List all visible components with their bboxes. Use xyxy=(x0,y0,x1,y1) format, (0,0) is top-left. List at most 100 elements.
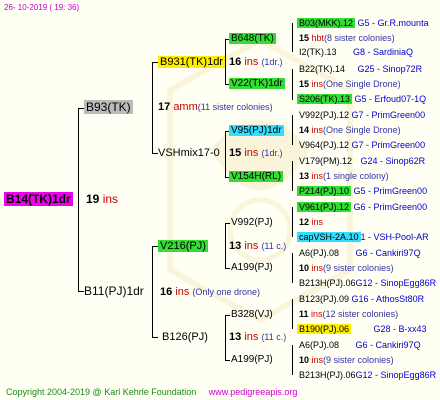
gen4-row: B123(PJ).09 G16 - AthosSt80R xyxy=(299,292,424,306)
gen4-row: 15 hbt(8 sister colonies) xyxy=(299,31,395,45)
connector-line xyxy=(225,131,226,178)
connector-line xyxy=(225,39,226,85)
gen4-row: B22(TK).14 G25 - Sinop72R xyxy=(299,62,422,76)
pedigree-page: { "header": { "date": "26- 10-2019 ( 19:… xyxy=(0,0,440,400)
site-link[interactable]: www.pedigreeapis.org xyxy=(209,387,298,397)
gen3-name: V95(PJ)1dr xyxy=(229,125,284,136)
gen4-name: V179(PM).12 xyxy=(299,156,353,166)
gen4-row: A6(PJ).08 G6 - Cankiri97Q xyxy=(299,338,421,352)
note: (One Single Drone) xyxy=(323,79,401,89)
gen2-node: B931(TK)1dr xyxy=(158,55,225,69)
ins-label: ins xyxy=(311,217,324,227)
ins-label: ins xyxy=(244,331,259,343)
gen2-name: V216(PJ) xyxy=(158,240,208,252)
ins-label: ins xyxy=(311,171,324,181)
gen4-row: 15 ins(One Single Drone) xyxy=(299,77,401,91)
gen1-node-b93: B93(TK) xyxy=(84,100,133,114)
gen4-inbreeding: 13 xyxy=(299,171,310,181)
gen4-info: G5 - Erfoud07-1Q xyxy=(354,94,427,104)
gen1-name: B11(PJ)1dr xyxy=(84,284,144,298)
gen2-inbreeding: 15 ins (1dr.) xyxy=(229,146,282,160)
gen4-row: B190(PJ).06 G28 - B-xx43 xyxy=(297,322,427,336)
inbreeding-value: 17 xyxy=(158,101,171,113)
gen4-inbreeding: 14 xyxy=(299,125,310,135)
ins-label: ins xyxy=(175,286,190,298)
gen4-info: G24 - Sinop62R xyxy=(360,156,426,166)
ins-label: ins xyxy=(244,56,259,68)
gen4-info: G16 - AthosSt80R xyxy=(351,294,425,304)
gen1-inbreeding: 17 amm(11 sister colonies) xyxy=(158,100,273,114)
root-node: B14(TK)1dr xyxy=(4,192,73,206)
gen4-name: B213H(PJ).06 xyxy=(299,278,356,288)
gen4-info: G5 - Gr.R.mounta xyxy=(357,18,429,28)
gen3-name: A199(PJ) xyxy=(231,262,273,273)
gen4-name: B123(PJ).09 xyxy=(299,294,350,304)
gen4-name: I2(TK).13 xyxy=(299,47,337,57)
gen2-inbreeding: 13 ins (11 c.) xyxy=(229,330,286,344)
gen3-node: A199(PJ) xyxy=(231,353,273,367)
connector-line xyxy=(152,246,153,338)
connector-line xyxy=(292,115,293,145)
note: (8 sister colonies) xyxy=(324,33,395,43)
ins-label: hbt xyxy=(311,33,325,43)
gen4-row: 10 ins(9 sister colonies) xyxy=(299,353,394,367)
gen3-name: V154H(RL) xyxy=(229,171,284,182)
gen2-inbreeding: 13 ins (11 c.) xyxy=(229,239,286,253)
inbreeding-value: 13 xyxy=(229,240,242,252)
connector-line xyxy=(292,23,293,52)
gen4-name: A6(PJ).08 xyxy=(299,340,340,350)
ins-label: ins xyxy=(244,147,259,159)
gen4-inbreeding: 11 xyxy=(299,309,309,319)
gen4-name: capVSH-2A.10 xyxy=(297,232,361,242)
gen4-name: V992(PJ).12 xyxy=(299,110,350,120)
gen4-info: G8 - SardiniaQ xyxy=(353,47,414,57)
gen4-row: 10 ins(9 sister colonies) xyxy=(299,261,394,275)
gen4-row: B03(MKK).12 G5 - Gr.R.mounta xyxy=(297,16,429,30)
gen4-row: A6(PJ).08 G6 - Cankiri97Q xyxy=(299,246,421,260)
gen3-node: V22(TK)1dr xyxy=(229,77,285,91)
connector-line xyxy=(225,268,230,269)
note: (11 c.) xyxy=(261,241,287,251)
gen2-node: B126(PJ) xyxy=(162,330,208,344)
root-name: B14(TK)1dr xyxy=(4,192,73,206)
connector-line xyxy=(292,253,293,283)
copyright-text: Copyright 2004-2019 @ Karl Kehrle Founda… xyxy=(6,387,197,397)
gen1-inbreeding: 16 ins (Only one drone) xyxy=(160,285,260,299)
root-ins-label: ins xyxy=(102,192,119,206)
gen4-name: B22(TK).14 xyxy=(299,64,346,74)
gen4-row: 13 ins(1 single colony) xyxy=(299,169,389,183)
gen4-row: B213H(PJ).06G12 - SinopEgg86R xyxy=(299,368,436,382)
connector-line xyxy=(152,62,153,154)
gen3-node: V95(PJ)1dr xyxy=(229,124,284,138)
gen4-info: 1 - VSH-Pool-AR xyxy=(360,232,429,242)
gen4-row: V961(PJ).12 G6 - PrimGreen00 xyxy=(297,200,427,214)
inbreeding-value: 16 xyxy=(160,286,173,298)
gen4-row: 14 ins(One Single Drone) xyxy=(299,123,401,137)
inbreeding-value: 13 xyxy=(229,331,242,343)
gen3-node: V154H(RL) xyxy=(229,170,284,184)
note: (11 c.) xyxy=(261,332,287,342)
gen4-name: P214(PJ).10 xyxy=(297,186,352,196)
ins-label: amm xyxy=(173,101,198,113)
gen4-name: S206(TK).13 xyxy=(297,94,353,104)
note: (11 sister colonies) xyxy=(197,102,273,112)
gen4-name: A6(PJ).08 xyxy=(299,248,340,258)
gen4-info: G7 - PrimGreen00 xyxy=(351,140,426,150)
ins-label: ins xyxy=(311,125,324,135)
connector-line xyxy=(225,315,226,361)
gen4-name: B03(MKK).12 xyxy=(297,18,356,28)
gen4-inbreeding: 10 xyxy=(299,355,310,365)
connector-line xyxy=(225,223,230,224)
note: (1dr.) xyxy=(261,57,283,67)
gen4-inbreeding: 15 xyxy=(299,33,310,43)
gen4-row: V179(PM).12 G24 - Sinop62R xyxy=(299,154,425,168)
ins-label: ins xyxy=(311,79,324,89)
gen4-inbreeding: 10 xyxy=(299,263,310,273)
gen3-node: V992(PJ) xyxy=(231,216,273,230)
connector-line xyxy=(78,108,79,292)
gen2-name: B126(PJ) xyxy=(162,331,208,343)
gen4-row: V992(PJ).12 G7 - PrimGreen00 xyxy=(299,108,425,122)
gen3-node: B648(TK) xyxy=(229,32,276,46)
gen3-name: V22(TK)1dr xyxy=(229,78,285,89)
gen4-info: G12 - SinopEgg86R xyxy=(355,370,437,380)
